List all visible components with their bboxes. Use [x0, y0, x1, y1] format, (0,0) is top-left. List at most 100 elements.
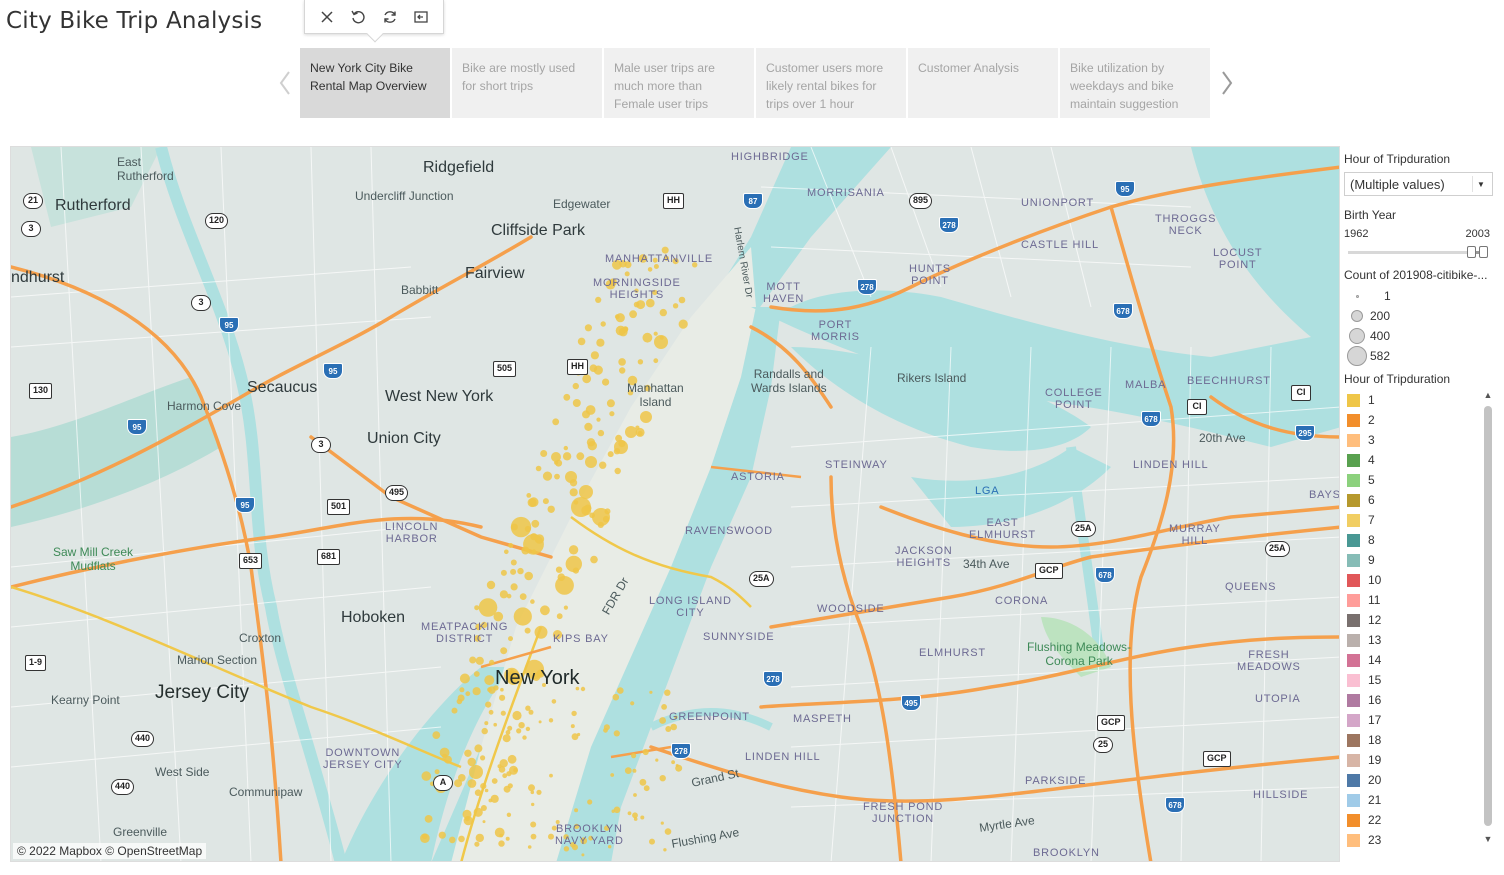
station-point[interactable] — [506, 771, 512, 777]
station-point[interactable] — [590, 351, 600, 360]
station-point[interactable] — [659, 717, 666, 724]
color-legend-item[interactable]: 2 — [1344, 410, 1500, 430]
station-point[interactable] — [570, 724, 575, 729]
story-point-1[interactable]: New York City Bike Rental Map Overview — [300, 48, 450, 118]
color-legend-item[interactable]: 12 — [1344, 610, 1500, 630]
birth-year-min-handle[interactable] — [1467, 246, 1477, 258]
station-point[interactable] — [484, 788, 489, 793]
station-point[interactable] — [584, 422, 593, 431]
station-point[interactable] — [590, 555, 598, 564]
station-point[interactable] — [506, 593, 512, 599]
station-point[interactable] — [596, 338, 605, 347]
station-point[interactable] — [526, 493, 532, 498]
station-point[interactable] — [672, 303, 679, 309]
station-point[interactable] — [612, 693, 620, 701]
station-point[interactable] — [432, 731, 441, 739]
station-point[interactable] — [632, 812, 638, 819]
station-point[interactable] — [615, 313, 625, 323]
station-point[interactable] — [531, 549, 537, 554]
station-point[interactable] — [577, 732, 581, 737]
station-point[interactable] — [572, 567, 580, 574]
station-point[interactable] — [473, 671, 480, 677]
station-point[interactable] — [462, 809, 472, 819]
legend-scrollbar[interactable]: ▲ ▼ — [1482, 390, 1494, 848]
station-point[interactable] — [474, 744, 483, 753]
station-point[interactable] — [513, 607, 532, 626]
station-point[interactable] — [592, 508, 610, 526]
station-point[interactable] — [536, 789, 542, 795]
station-point[interactable] — [664, 828, 672, 835]
station-point[interactable] — [572, 382, 579, 390]
station-point[interactable] — [464, 749, 472, 757]
station-point[interactable] — [528, 497, 539, 507]
station-point[interactable] — [665, 726, 672, 732]
station-point[interactable] — [614, 440, 628, 454]
station-point[interactable] — [613, 806, 621, 814]
station-point[interactable] — [530, 821, 537, 828]
station-point[interactable] — [629, 310, 637, 319]
station-point[interactable] — [660, 821, 664, 825]
station-point[interactable] — [639, 778, 647, 786]
station-point[interactable] — [552, 418, 560, 426]
station-point[interactable] — [556, 613, 563, 620]
color-legend-item[interactable]: 7 — [1344, 510, 1500, 530]
station-point[interactable] — [516, 728, 522, 734]
station-point[interactable] — [614, 467, 621, 475]
station-point[interactable] — [581, 853, 585, 857]
station-point[interactable] — [624, 271, 630, 277]
station-point[interactable] — [480, 755, 486, 761]
station-point[interactable] — [670, 723, 677, 731]
station-point[interactable] — [664, 689, 671, 696]
station-point[interactable] — [519, 593, 527, 600]
station-point[interactable] — [489, 659, 495, 666]
station-point[interactable] — [507, 754, 517, 764]
color-legend-item[interactable]: 9 — [1344, 550, 1500, 570]
color-legend-item[interactable]: 15 — [1344, 670, 1500, 690]
station-point[interactable] — [596, 417, 601, 422]
color-legend-item[interactable]: 5 — [1344, 470, 1500, 490]
hour-filter-dropdown[interactable]: (Multiple values) ▼ — [1344, 172, 1493, 196]
color-legend-item[interactable]: 8 — [1344, 530, 1500, 550]
station-point[interactable] — [599, 461, 607, 469]
station-point[interactable] — [609, 411, 615, 417]
station-point[interactable] — [482, 820, 486, 824]
station-point[interactable] — [424, 815, 433, 823]
station-point[interactable] — [524, 571, 533, 581]
station-point[interactable] — [518, 722, 525, 729]
station-point[interactable] — [534, 534, 545, 544]
scrollbar-thumb[interactable] — [1484, 406, 1492, 826]
station-point[interactable] — [488, 798, 493, 803]
station-point[interactable] — [580, 686, 586, 692]
station-point[interactable] — [653, 358, 659, 364]
station-point[interactable] — [459, 673, 470, 684]
station-point[interactable] — [473, 807, 483, 817]
story-point-4[interactable]: Customer users more likely rental bikes … — [756, 48, 906, 118]
station-point[interactable] — [661, 704, 667, 710]
station-point[interactable] — [602, 378, 610, 386]
close-icon[interactable] — [316, 6, 338, 28]
station-point[interactable] — [619, 367, 626, 374]
station-point[interactable] — [538, 720, 542, 724]
station-point[interactable] — [510, 559, 517, 566]
station-point[interactable] — [640, 815, 645, 820]
station-point[interactable] — [451, 707, 458, 714]
station-point[interactable] — [574, 808, 579, 813]
station-point[interactable] — [478, 598, 498, 617]
station-point[interactable] — [527, 845, 532, 849]
station-point[interactable] — [487, 687, 492, 693]
station-point[interactable] — [631, 753, 637, 759]
station-point[interactable] — [517, 567, 524, 575]
station-point[interactable] — [531, 802, 535, 807]
station-point[interactable] — [502, 734, 511, 743]
station-point[interactable] — [655, 758, 659, 762]
revert-icon[interactable] — [347, 6, 369, 28]
station-point[interactable] — [486, 580, 496, 590]
color-legend-item[interactable]: 18 — [1344, 730, 1500, 750]
station-point[interactable] — [530, 833, 537, 840]
station-point[interactable] — [649, 690, 653, 694]
station-point[interactable] — [551, 699, 557, 704]
station-point[interactable] — [571, 497, 591, 517]
station-point[interactable] — [469, 765, 483, 779]
next-story-point-button[interactable] — [1212, 48, 1242, 118]
map-attribution[interactable]: © 2022 Mapbox © OpenStreetMap — [13, 843, 207, 859]
